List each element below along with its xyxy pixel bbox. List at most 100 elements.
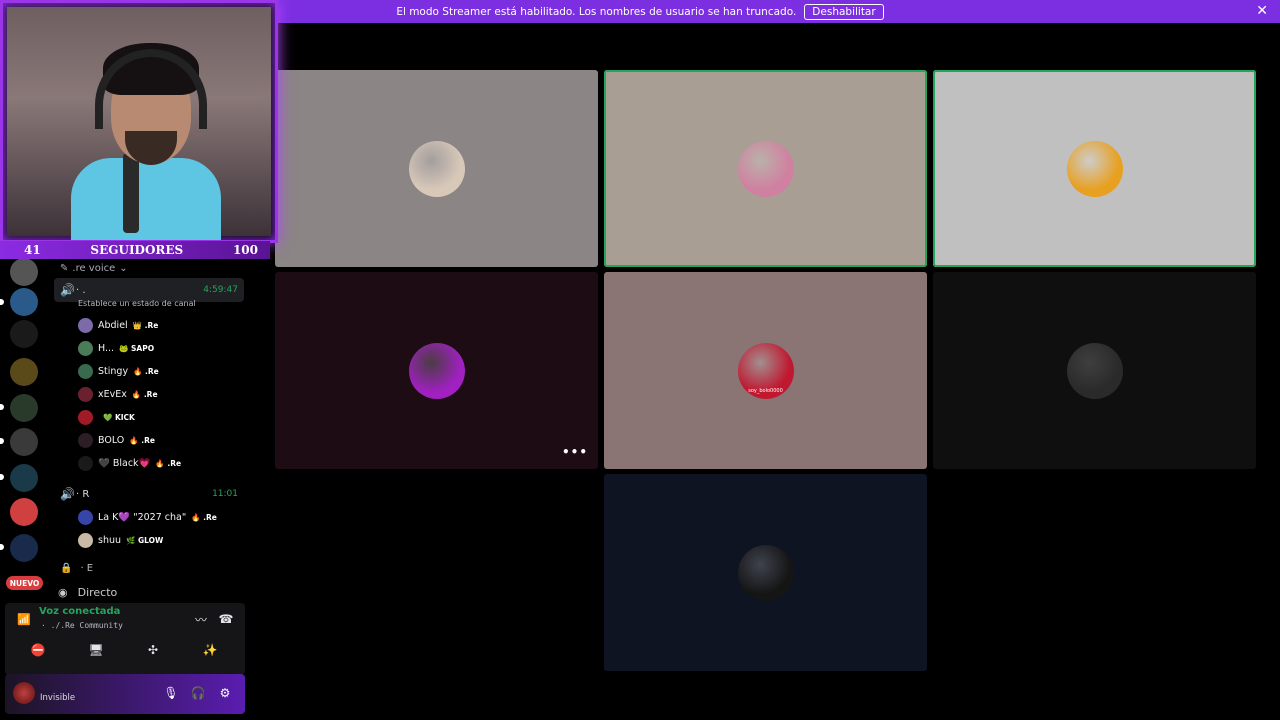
server-icon[interactable] (10, 288, 38, 316)
member-tag: 🔥 .Re (133, 366, 159, 376)
speaker-icon: 🔊 (60, 487, 75, 501)
participant-avatar (1066, 342, 1123, 399)
member-tag: 🔥 .Re (129, 435, 155, 445)
screen-share-icon[interactable]: 🖥 (85, 639, 107, 661)
member-item[interactable]: La K💜 "2027 cha" 🔥 .Re (78, 507, 217, 527)
channel-name: · R (76, 488, 90, 500)
video-tile-2[interactable] (604, 70, 927, 267)
avatar (78, 363, 93, 379)
avatar (78, 409, 93, 425)
followers-label: SEGUIDORES (90, 243, 184, 257)
server-icon[interactable] (10, 498, 38, 526)
video-tile-4[interactable]: ••• (275, 272, 598, 469)
member-item[interactable]: 🖤 Black💗 🔥 .Re (78, 453, 181, 473)
participant-avatar (737, 140, 794, 197)
directo-channel[interactable]: ◉ Directo (58, 586, 117, 599)
video-tile-1[interactable] (275, 70, 598, 267)
headphones-icon[interactable]: 🎧 (188, 682, 208, 704)
member-tag: 🔥 .Re (191, 512, 217, 522)
avatar (78, 340, 93, 356)
participant-avatar (408, 140, 465, 197)
member-name: H... (98, 342, 115, 354)
server-icon[interactable] (10, 428, 38, 456)
disconnect-icon[interactable]: ☎ (215, 608, 237, 630)
member-tag: 🔥 .Re (131, 389, 158, 399)
voice-status[interactable]: Voz conectada (39, 606, 120, 617)
banner-message: El modo Streamer está habilitado. Los no… (396, 5, 797, 18)
member-tag: 🐸 SAPO (119, 343, 155, 353)
channel-name: · E (80, 563, 94, 574)
member-name: xEvEx (98, 388, 127, 400)
member-name: Abdiel (98, 319, 128, 331)
member-item[interactable]: 💚 KICK (78, 407, 135, 427)
soundboard-icon[interactable]: ✨ (199, 639, 221, 661)
noise-suppression-icon[interactable]: 〰 (190, 608, 212, 630)
more-options-icon[interactable]: ••• (562, 445, 588, 459)
activities-icon[interactable]: ✣ (142, 639, 164, 661)
signal-icon[interactable]: 📶 (17, 613, 31, 626)
disable-streamer-mode-button[interactable]: Deshabilitar (804, 3, 884, 20)
followers-goal: 100 (232, 243, 258, 257)
followers-current: 41 (24, 243, 41, 257)
avatar (78, 386, 93, 402)
video-tile-6[interactable] (933, 272, 1256, 469)
avatar (78, 317, 93, 333)
video-tile-7[interactable] (604, 474, 927, 671)
member-item[interactable]: Abdiel 👑 .Re (78, 315, 158, 335)
gear-icon[interactable]: ⚙ (215, 682, 235, 704)
channel-name: · . (76, 284, 86, 296)
server-icon[interactable] (10, 464, 38, 492)
member-item[interactable]: shuu 🌿 GLOW (78, 530, 163, 550)
followers-goal-bar: 41 SEGUIDORES 100 (0, 241, 270, 259)
member-item[interactable]: BOLO 🔥 .Re (78, 430, 155, 450)
member-item[interactable]: Stingy 🔥 .Re (78, 361, 159, 381)
voice-channel-2[interactable]: 🔊 · R 11:01 (54, 482, 244, 506)
member-name: La K💜 "2027 cha" (98, 511, 187, 523)
server-icon[interactable] (10, 534, 38, 562)
server-icon[interactable] (10, 320, 38, 348)
user-status[interactable]: Invisible (40, 693, 75, 703)
member-name: 🖤 Black💗 (98, 457, 151, 469)
server-rail (0, 258, 48, 598)
video-tile-5[interactable]: soy_bolo0000 (604, 272, 927, 469)
camera-off-icon[interactable]: ⛔ (27, 639, 49, 661)
participant-avatar (1066, 140, 1123, 197)
participant-avatar (737, 544, 794, 601)
chevron-down-icon: ⌄ (119, 263, 128, 274)
member-name: shuu (98, 534, 122, 546)
server-icon[interactable] (10, 358, 38, 386)
member-name: Stingy (98, 365, 129, 377)
member-name: BOLO (98, 434, 125, 446)
channel-category[interactable]: ✎ .re voice ⌄ (60, 263, 128, 274)
member-item[interactable]: xEvEx 🔥 .Re (78, 384, 158, 404)
voice-connected-panel: 📶 Voz conectada · ./.Re Community 〰 ☎ ⛔ … (5, 603, 245, 675)
member-item[interactable]: H... 🐸 SAPO (78, 338, 154, 358)
avatar (78, 432, 93, 448)
channel-status[interactable]: Establece un estado de canal (78, 299, 196, 308)
participant-name: soy_bolo0000 (748, 388, 783, 394)
avatar[interactable] (13, 682, 35, 704)
channel-timer: 4:59:47 (203, 285, 238, 295)
voice-server[interactable]: · ./.Re Community (41, 621, 123, 630)
locked-channel[interactable]: 🔒 · E (60, 563, 93, 574)
member-tag: 💚 KICK (103, 412, 135, 422)
lock-icon: 🔒 (60, 563, 73, 574)
server-icon[interactable] (10, 258, 38, 286)
channel-list: ✎ .re voice ⌄ 🔊 · . 4:59:47 Establece un… (52, 258, 245, 603)
microphone-icon[interactable]: 🎙 (161, 682, 181, 704)
speaker-icon: 🔊 (60, 283, 75, 297)
pencil-icon: ✎ (60, 263, 69, 274)
close-icon[interactable]: ✕ (1256, 3, 1268, 19)
category-name: .re voice (72, 263, 116, 274)
video-tile-3[interactable] (933, 70, 1256, 267)
participant-avatar (408, 342, 465, 399)
broadcast-icon: ◉ (58, 586, 68, 599)
member-tag: 🌿 GLOW (126, 535, 164, 545)
webcam-overlay (0, 0, 278, 243)
member-tag: 🔥 .Re (155, 458, 182, 468)
user-panel: Invisible 🎙 🎧 ⚙ (5, 674, 245, 714)
server-icon[interactable] (10, 394, 38, 422)
new-badge[interactable]: NUEVO (6, 576, 43, 590)
avatar (78, 509, 93, 525)
channel-name: Directo (77, 586, 118, 599)
